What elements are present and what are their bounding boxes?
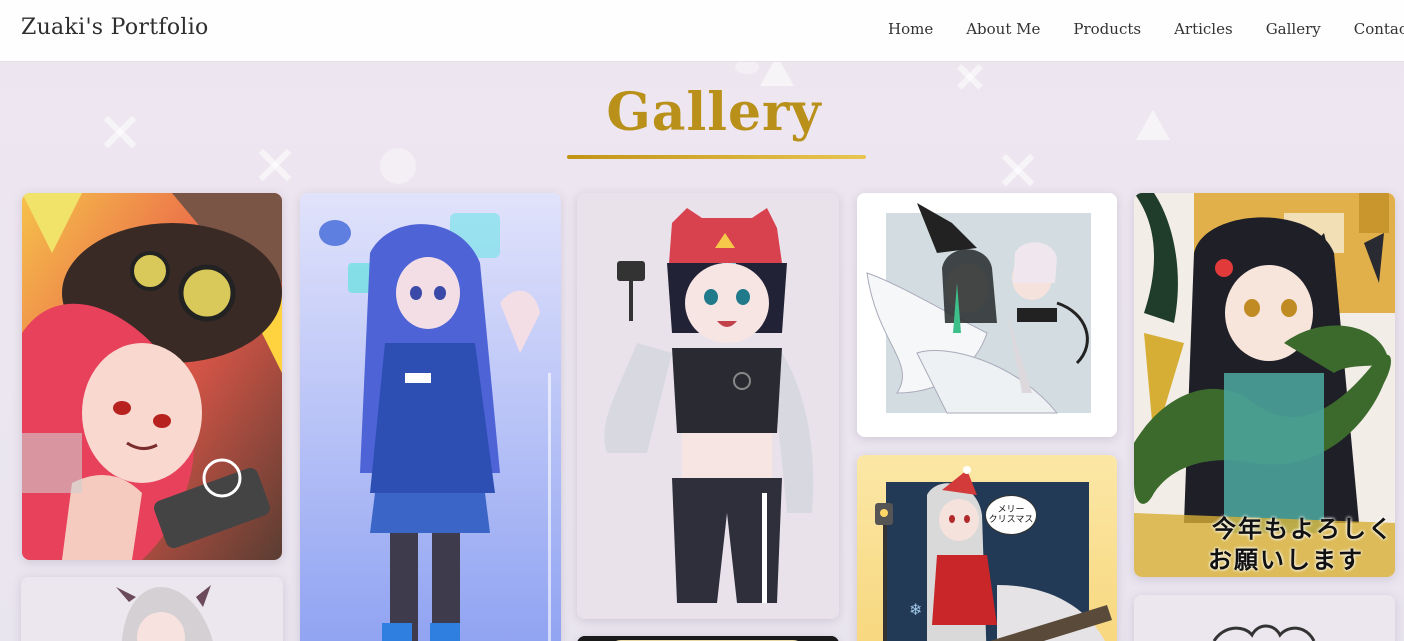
gallery-card-4[interactable] bbox=[857, 193, 1117, 437]
artwork-partial-ornament-image bbox=[1134, 595, 1395, 641]
nav-gallery[interactable]: Gallery bbox=[1266, 20, 1321, 38]
gallery-card-3[interactable] bbox=[577, 193, 839, 619]
artwork-blue-hair-jacket-image bbox=[300, 193, 561, 641]
nav-home[interactable]: Home bbox=[888, 20, 933, 38]
svg-text:❄: ❄ bbox=[909, 600, 922, 619]
nav-products[interactable]: Products bbox=[1073, 20, 1141, 38]
new-year-text-line2: お願いします bbox=[1208, 545, 1364, 574]
artwork-christmas-image: ❄ ❄ bbox=[857, 455, 1117, 641]
christmas-speech-bubble: メリー クリスマス bbox=[985, 495, 1037, 535]
artwork-partial-bottom-image bbox=[577, 636, 839, 641]
page-title: Gallery bbox=[606, 82, 822, 143]
title-underline bbox=[567, 155, 866, 159]
gallery-card-9[interactable] bbox=[1134, 595, 1395, 641]
gallery-card-5[interactable]: 今年もよろしく お願いします bbox=[1134, 193, 1395, 577]
artwork-silver-hair-bottom-image bbox=[21, 577, 283, 641]
nav-about-me[interactable]: About Me bbox=[966, 20, 1040, 38]
top-navbar: Zuaki's Portfolio Home About Me Products… bbox=[0, 0, 1404, 62]
artwork-cat-cap-camera-image bbox=[577, 193, 839, 619]
gallery-card-1[interactable] bbox=[22, 193, 282, 560]
main-nav: Home About Me Products Articles Gallery … bbox=[888, 20, 1404, 38]
artwork-red-hair-goggles-image bbox=[22, 193, 282, 560]
new-year-text-line1: 今年もよろしく bbox=[1212, 514, 1394, 543]
artwork-angel-devil-wings-image bbox=[857, 193, 1117, 437]
circle-shape-icon bbox=[735, 60, 759, 74]
gallery-card-2[interactable] bbox=[300, 193, 561, 641]
gallery-card-7[interactable]: ❄ ❄ メリー クリスマス bbox=[857, 455, 1117, 641]
x-shape-icon bbox=[255, 145, 295, 185]
x-shape-icon bbox=[998, 150, 1038, 190]
site-brand[interactable]: Zuaki's Portfolio bbox=[21, 15, 209, 40]
gallery-card-6[interactable] bbox=[21, 577, 283, 641]
nav-contact[interactable]: Contact bbox=[1354, 20, 1404, 38]
circle-shape-icon bbox=[380, 148, 416, 184]
christmas-bubble-text: メリー クリスマス bbox=[988, 504, 1034, 525]
nav-articles[interactable]: Articles bbox=[1174, 20, 1233, 38]
gallery-card-8[interactable] bbox=[577, 636, 839, 641]
